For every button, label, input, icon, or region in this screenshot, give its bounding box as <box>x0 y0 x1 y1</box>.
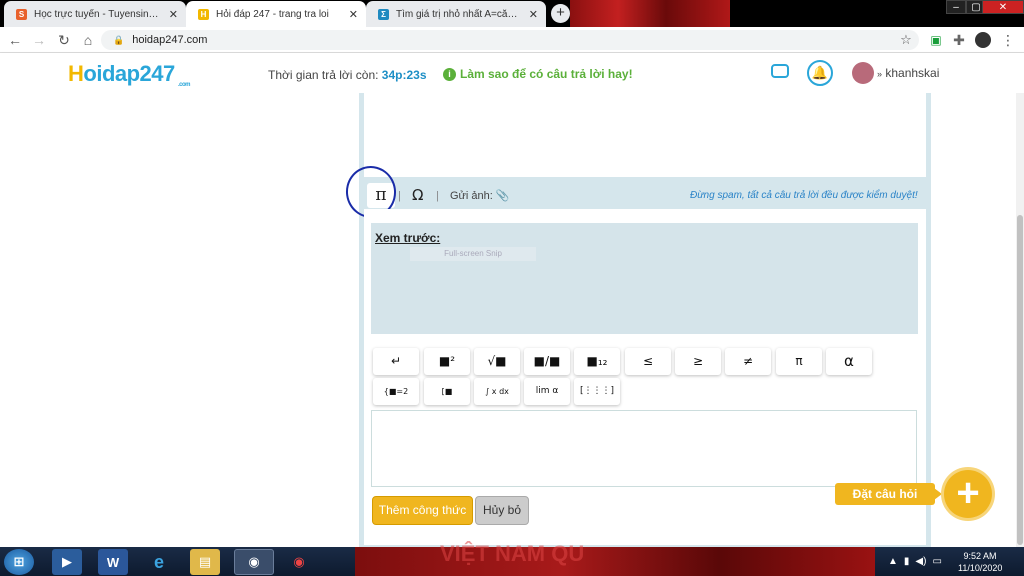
math-button-newline[interactable]: ↵ <box>373 348 419 375</box>
math-button-neq[interactable]: ≠ <box>725 348 771 375</box>
info-icon: i <box>443 67 456 81</box>
minimize-button[interactable]: – <box>946 0 966 14</box>
bell-icon[interactable]: 🔔 <box>807 60 833 86</box>
url-text: hoidap247.com <box>132 34 208 46</box>
math-button-geq[interactable]: ≥ <box>675 348 721 375</box>
extension-icon[interactable]: ▣ <box>927 31 945 49</box>
math-button-alpha[interactable]: α <box>826 348 872 375</box>
tab-title: Tìm giá trị nhỏ nhất A=căn(4x^2 <box>396 8 522 20</box>
preview-box <box>371 223 918 334</box>
omega-symbol-button[interactable]: Ω <box>412 186 423 204</box>
logo-letter: H <box>68 61 84 86</box>
lock-icon: 🔒 <box>113 34 125 45</box>
taskbar-wallpaper <box>355 547 875 576</box>
question-area <box>364 93 926 177</box>
close-tab-icon[interactable]: ✕ <box>349 8 358 21</box>
clock-time: 9:52 AM <box>963 551 997 561</box>
tab-title: Hỏi đáp 247 - trang tra loi <box>216 8 329 20</box>
logo-suffix: .com <box>178 82 191 88</box>
answer-timer: Thời gian trả lời còn: 34p:23s <box>268 68 427 82</box>
ask-question-plus-button[interactable]: + <box>944 470 992 518</box>
reload-icon[interactable]: ↻ <box>55 31 73 49</box>
start-button-icon[interactable]: ⊞ <box>4 549 34 575</box>
math-button-fraction[interactable]: ■/■ <box>524 348 570 375</box>
volume-icon[interactable]: ◀) <box>915 556 926 567</box>
username: khanhskai <box>885 66 940 80</box>
math-favicon-icon: Σ <box>378 8 389 20</box>
paperclip-icon: 📎 <box>495 190 510 202</box>
chat-icon[interactable] <box>771 64 789 78</box>
word-icon[interactable]: W <box>98 549 128 575</box>
wallpaper-text: VIỆT NAM QU <box>440 541 585 566</box>
logo-text: oidap247 <box>83 61 175 86</box>
internet-explorer-icon[interactable]: e <box>144 549 174 575</box>
chrome-taskbar-icon[interactable]: ◉ <box>234 549 274 575</box>
send-image-label: Gửi ảnh: <box>450 190 493 202</box>
tab-math[interactable]: Σ Tìm giá trị nhỏ nhất A=căn(4x^2 ✕ <box>366 1 546 27</box>
tuyensinh-favicon-icon: S <box>16 8 27 20</box>
scrollbar-thumb[interactable] <box>1017 215 1023 545</box>
toolbar-separator: | <box>436 190 439 202</box>
close-tab-icon[interactable]: ✕ <box>169 8 178 21</box>
forward-icon[interactable]: → <box>30 31 48 49</box>
chevron-down-icon: » <box>877 69 883 79</box>
math-button-leq[interactable]: ≤ <box>625 348 671 375</box>
tab-hoidap[interactable]: H Hỏi đáp 247 - trang tra loi ✕ <box>186 1 366 27</box>
tray-up-arrow-icon[interactable]: ▲ <box>888 556 898 567</box>
clock-date: 11/10/2020 <box>958 563 1003 573</box>
new-tab-button[interactable]: + <box>551 4 570 23</box>
math-button-matrix[interactable]: [⋮⋮⋮] <box>574 378 620 405</box>
timer-label: Thời gian trả lời còn: <box>268 68 379 82</box>
address-row: ← → ↻ ⌂ 🔒 hoidap247.com ☆ ▣ ✚ ⋮ <box>0 27 1024 53</box>
answer-hint-link[interactable]: i Làm sao để có câu trả lời hay! <box>443 67 633 81</box>
chrome-profile-icon[interactable]: ◉ <box>284 549 314 575</box>
timer-value: 34p:23s <box>381 68 427 82</box>
site-logo[interactable]: Hoidap247 .com <box>68 61 191 88</box>
tab-title: Học trực tuyến - Tuyensinh247.co <box>34 8 162 20</box>
user-avatar[interactable] <box>852 62 874 84</box>
math-button-bracket[interactable]: [■ <box>424 378 470 405</box>
math-button-power[interactable]: ■² <box>424 348 470 375</box>
battery-icon[interactable]: ▭ <box>932 556 941 567</box>
desktop-wallpaper-strip <box>570 0 730 27</box>
hoidap-favicon-icon: H <box>198 8 209 20</box>
add-formula-button[interactable]: Thêm công thức <box>372 496 473 525</box>
home-icon[interactable]: ⌂ <box>79 31 97 49</box>
network-icon[interactable]: ▮ <box>904 556 910 567</box>
tab-tuyensinh[interactable]: S Học trực tuyến - Tuyensinh247.co ✕ <box>4 1 186 27</box>
site-header: Hoidap247 .com Thời gian trả lời còn: 34… <box>0 53 1024 93</box>
back-icon[interactable]: ← <box>6 31 24 49</box>
close-window-button[interactable]: ✕ <box>982 0 1024 14</box>
send-image-button[interactable]: Gửi ảnh: 📎 <box>450 189 510 202</box>
math-button-subscript[interactable]: ■₁₂ <box>574 348 620 375</box>
media-player-icon[interactable]: ▶ <box>52 549 82 575</box>
cancel-button[interactable]: Hủy bỏ <box>475 496 529 525</box>
spam-notice: Đừng spam, tất cả câu trả lời đều được k… <box>690 190 918 201</box>
math-button-integral[interactable]: ∫ x dx <box>474 378 520 405</box>
hint-text: Làm sao để có câu trả lời hay! <box>460 67 633 81</box>
snip-overlay: Full-screen Snip <box>410 247 536 261</box>
profile-avatar[interactable] <box>975 32 991 48</box>
bookmark-star-icon[interactable]: ☆ <box>897 31 915 49</box>
math-button-sqrt[interactable]: √■ <box>474 348 520 375</box>
file-explorer-icon[interactable]: ▤ <box>190 549 220 575</box>
system-tray: ▲ ▮ ◀) ▭ <box>888 556 942 567</box>
close-tab-icon[interactable]: ✕ <box>529 8 538 21</box>
menu-dots-icon[interactable]: ⋮ <box>999 31 1017 49</box>
user-menu[interactable]: » khanhskai <box>877 66 939 80</box>
ask-question-label[interactable]: Đặt câu hỏi <box>835 483 935 505</box>
puzzle-icon[interactable]: ✚ <box>950 31 968 49</box>
ask-label-arrow <box>934 488 942 500</box>
math-button-system[interactable]: {■=2 <box>373 378 419 405</box>
formula-input[interactable] <box>371 410 917 487</box>
math-button-limit[interactable]: lim α <box>524 378 570 405</box>
toolbar-separator: | <box>398 190 401 202</box>
preview-label: Xem trước: <box>375 231 441 245</box>
clock[interactable]: 9:52 AM 11/10/2020 <box>958 550 1002 574</box>
math-button-pi[interactable]: π <box>776 348 822 375</box>
url-bar[interactable]: 🔒 hoidap247.com <box>101 30 919 50</box>
